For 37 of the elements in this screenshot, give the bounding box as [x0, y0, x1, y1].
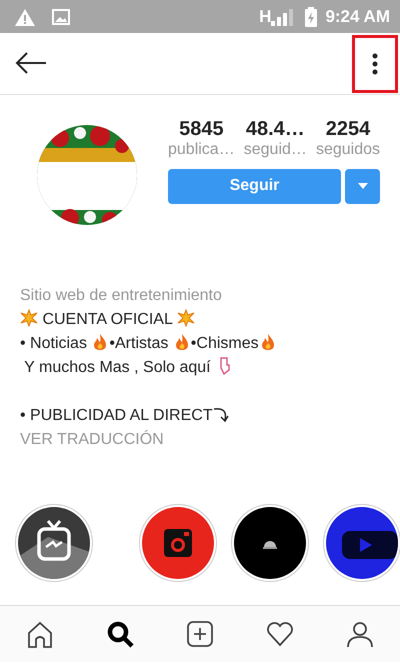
follow-button[interactable]: Seguir — [168, 168, 341, 204]
add-icon[interactable] — [186, 620, 214, 648]
bio-text: •Artistas — [109, 335, 170, 352]
menu-button[interactable] — [352, 34, 398, 92]
dropdown-button[interactable] — [345, 168, 380, 204]
burst-icon — [176, 309, 195, 327]
bio-text: • Noticias — [20, 335, 88, 352]
more-icon — [372, 52, 378, 74]
bio-text: CUENTA OFICIAL — [41, 311, 174, 328]
story-highlight[interactable] — [323, 504, 400, 582]
network-type: H — [259, 6, 272, 28]
image-icon — [52, 8, 70, 24]
stat-label: seguidos — [316, 140, 380, 160]
clock-time: 9:24 AM — [325, 6, 390, 28]
stat-label: seguid… — [244, 140, 307, 160]
story-highlight[interactable] — [139, 504, 217, 582]
curved-arrow-icon — [212, 405, 231, 423]
warning-icon — [14, 6, 36, 26]
stat-count: 5845 — [178, 118, 225, 140]
story-highlight[interactable] — [15, 504, 93, 582]
profile-icon[interactable] — [346, 620, 374, 648]
stat-label: publica… — [168, 140, 235, 160]
story-highlight[interactable] — [231, 504, 309, 582]
back-button[interactable] — [14, 51, 48, 76]
heart-icon[interactable] — [266, 620, 294, 648]
category-text: Sitio web de entretenimiento — [20, 286, 223, 306]
search-icon[interactable] — [106, 620, 134, 648]
bio-text: Y muchos Mas , Solo aquí — [23, 359, 212, 376]
battery-icon — [305, 6, 318, 26]
caret-icon — [358, 183, 368, 190]
burst-icon — [20, 309, 38, 327]
stat-count: 48.4… — [244, 118, 306, 140]
translate-link[interactable]: VER TRADUCCIÓN — [20, 428, 380, 452]
home-icon[interactable] — [26, 620, 54, 648]
stat-count: 2254 — [324, 118, 372, 140]
bio-text: •Chismes — [190, 335, 259, 352]
bio-text: • PUBLICIDAD AL DIRECT — [20, 407, 213, 424]
